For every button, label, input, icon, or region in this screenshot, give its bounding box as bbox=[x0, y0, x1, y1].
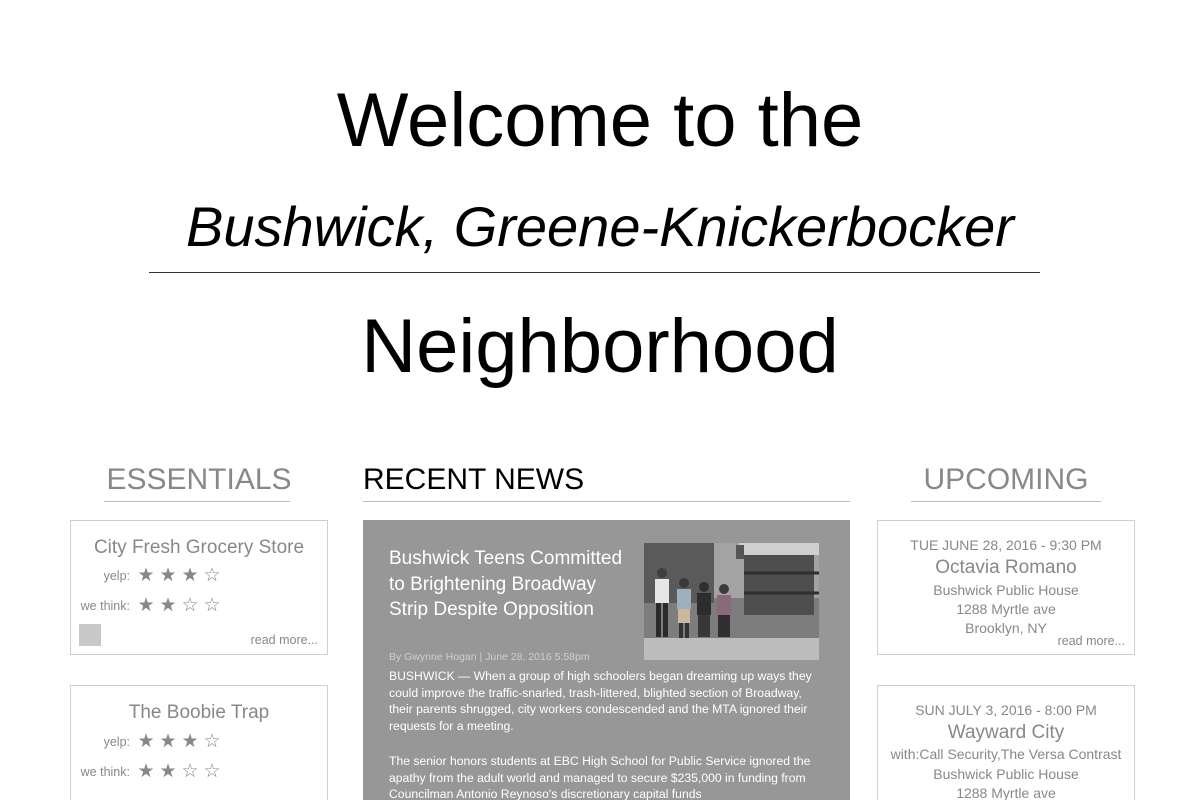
essentials-heading: ESSENTIALS bbox=[106, 463, 292, 496]
yelp-stars: ★ ★ ★ ☆ bbox=[135, 732, 223, 752]
star-outline-icon: ☆ bbox=[181, 761, 199, 782]
yelp-stars: ★ ★ ★ ☆ bbox=[135, 566, 223, 586]
event-address: 1288 Myrtle ave bbox=[956, 785, 1056, 800]
we-think-rating: we think: ★ ★ ☆ ☆ bbox=[71, 762, 223, 782]
yelp-label: yelp: bbox=[103, 735, 130, 749]
star-icon: ★ bbox=[137, 595, 155, 616]
news-divider bbox=[363, 501, 850, 502]
star-icon: ★ bbox=[137, 731, 155, 752]
news-paragraph: BUSHWICK — When a group of high schooler… bbox=[389, 669, 812, 733]
star-icon: ★ bbox=[159, 595, 177, 616]
essential-name[interactable]: The Boobie Trap bbox=[71, 702, 327, 724]
star-outline-icon: ☆ bbox=[203, 565, 221, 586]
essential-card[interactable]: City Fresh Grocery Store yelp: ★ ★ ★ ☆ we t… bbox=[70, 520, 328, 655]
news-photo-illustration bbox=[644, 543, 819, 660]
we-think-stars: ★ ★ ☆ ☆ bbox=[135, 596, 223, 616]
we-think-label: we think: bbox=[80, 599, 130, 613]
yelp-rating: yelp: ★ ★ ★ ☆ bbox=[71, 566, 223, 586]
essential-card[interactable]: The Boobie Trap yelp: ★ ★ ★ ☆ we think: ★ ★ ☆… bbox=[70, 685, 328, 800]
upcoming-heading: UPCOMING bbox=[923, 463, 1089, 496]
event-name[interactable]: Wayward City bbox=[878, 722, 1134, 744]
event-venue: Bushwick Public House bbox=[933, 582, 1079, 598]
hero-subtitle: Neighborhood bbox=[361, 304, 839, 389]
star-outline-icon: ☆ bbox=[203, 595, 221, 616]
event-address: 1288 Myrtle ave bbox=[956, 601, 1056, 617]
neighborhood-name: Bushwick, Greene-Knickerbocker bbox=[186, 195, 1014, 258]
recent-news-heading: RECENT NEWS bbox=[363, 463, 585, 496]
news-byline: By Gwynne Hogan | June 28, 2016 5:58pm bbox=[389, 651, 590, 663]
upcoming-divider bbox=[911, 501, 1101, 502]
news-photo bbox=[644, 543, 819, 660]
event-name[interactable]: Octavia Romano bbox=[878, 557, 1134, 579]
event-venue: Bushwick Public House bbox=[933, 766, 1079, 782]
thumbnail-placeholder bbox=[79, 624, 101, 646]
star-icon: ★ bbox=[159, 565, 177, 586]
hero-divider bbox=[149, 272, 1040, 273]
event-card[interactable]: SUN JULY 3, 2016 - 8:00 PM Wayward City … bbox=[877, 685, 1135, 800]
star-icon: ★ bbox=[137, 761, 155, 782]
star-outline-icon: ☆ bbox=[203, 761, 221, 782]
hero-title: Welcome to the bbox=[336, 78, 864, 163]
read-more-link[interactable]: read more... bbox=[1058, 634, 1125, 648]
we-think-rating: we think: ★ ★ ☆ ☆ bbox=[71, 596, 223, 616]
essentials-divider bbox=[104, 501, 290, 502]
star-icon: ★ bbox=[159, 731, 177, 752]
yelp-rating: yelp: ★ ★ ★ ☆ bbox=[71, 732, 223, 752]
star-icon: ★ bbox=[159, 761, 177, 782]
star-outline-icon: ☆ bbox=[181, 595, 199, 616]
news-article-card[interactable]: Bushwick Teens Committed to Brightening … bbox=[363, 520, 850, 800]
star-icon: ★ bbox=[181, 565, 199, 586]
event-date: SUN JULY 3, 2016 - 8:00 PM bbox=[915, 702, 1097, 718]
event-lineup: with:Call Security,The Versa Contrast bbox=[890, 746, 1122, 762]
event-card[interactable]: TUE JUNE 28, 2016 - 9:30 PM Octavia Roma… bbox=[877, 520, 1135, 655]
read-more-link[interactable]: read more... bbox=[251, 633, 318, 647]
star-outline-icon: ☆ bbox=[203, 731, 221, 752]
we-think-stars: ★ ★ ☆ ☆ bbox=[135, 762, 223, 782]
we-think-label: we think: bbox=[80, 765, 130, 779]
news-headline[interactable]: Bushwick Teens Committed to Brightening … bbox=[389, 546, 634, 623]
essential-name[interactable]: City Fresh Grocery Store bbox=[71, 537, 327, 559]
news-paragraph: The senior honors students at EBC High S… bbox=[389, 754, 811, 800]
yelp-label: yelp: bbox=[103, 569, 130, 583]
event-date: TUE JUNE 28, 2016 - 9:30 PM bbox=[910, 537, 1102, 553]
star-icon: ★ bbox=[181, 731, 199, 752]
star-icon: ★ bbox=[137, 565, 155, 586]
